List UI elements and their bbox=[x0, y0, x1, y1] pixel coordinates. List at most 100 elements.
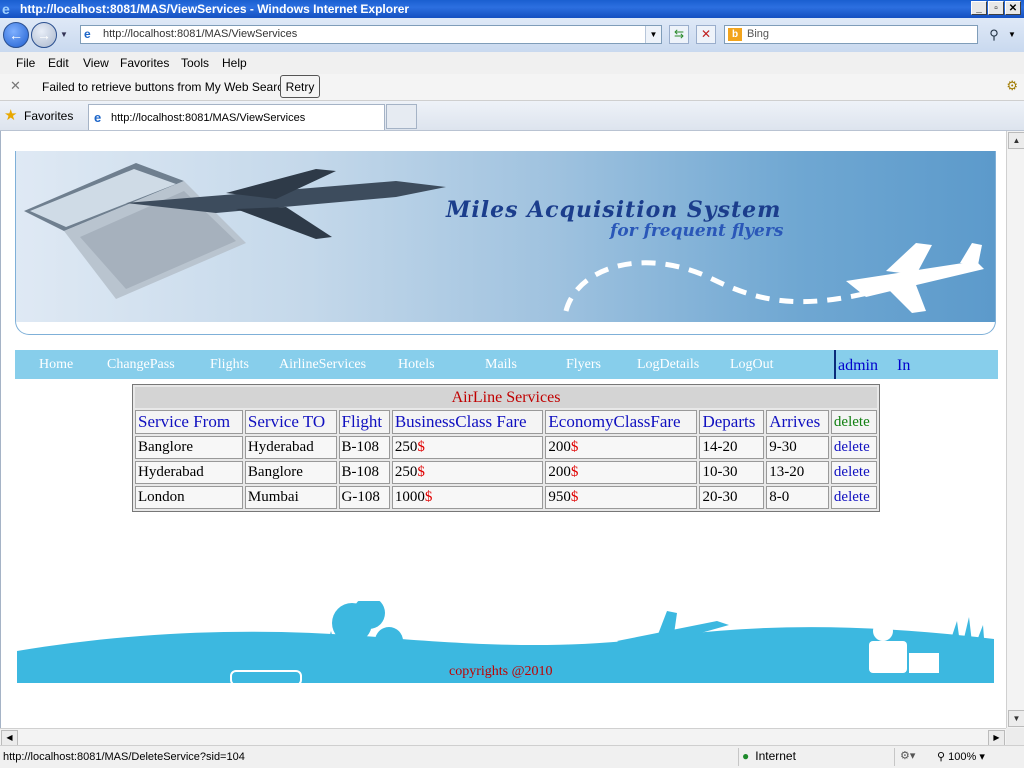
delete-link[interactable]: delete bbox=[834, 439, 870, 455]
search-field[interactable]: b Bing bbox=[724, 25, 978, 44]
scroll-down-icon[interactable]: ▼ bbox=[1008, 710, 1024, 727]
nav-mails[interactable]: Mails bbox=[485, 357, 517, 373]
minimize-button[interactable]: _ bbox=[971, 1, 987, 15]
close-window-button[interactable]: ✕ bbox=[1005, 1, 1021, 15]
favorites-star-icon[interactable]: ★ bbox=[4, 106, 17, 124]
banner-subtitle: for frequent flyers bbox=[610, 221, 784, 241]
col-arrives: Arrives bbox=[766, 410, 829, 434]
nav-logdetails[interactable]: LogDetails bbox=[637, 357, 699, 373]
favorites-button[interactable]: Favorites bbox=[24, 109, 73, 123]
tab-title: http://localhost:8081/MAS/ViewServices bbox=[111, 112, 306, 124]
back-button[interactable]: ← bbox=[3, 22, 29, 48]
currency-symbol: $ bbox=[417, 464, 425, 480]
economy-fare: 200 bbox=[548, 439, 571, 455]
scroll-right-icon[interactable]: ▶ bbox=[988, 730, 1005, 746]
address-url[interactable]: http://localhost:8081/MAS/ViewServices bbox=[103, 28, 297, 40]
protected-mode-icon[interactable]: ⚙▾ bbox=[900, 749, 915, 762]
cell-to: Mumbai bbox=[244, 486, 337, 509]
table-row: Hyderabad Banglore B-108 250$ 200$ 10-30… bbox=[135, 461, 877, 484]
nav-hotels[interactable]: Hotels bbox=[398, 357, 435, 373]
economy-fare: 950 bbox=[548, 489, 571, 505]
nav-airlineservices[interactable]: AirlineServices bbox=[279, 357, 366, 373]
notification-message: Failed to retrieve buttons from My Web S… bbox=[42, 80, 294, 94]
zoom-icon: ⚲ bbox=[937, 751, 949, 763]
nav-home[interactable]: Home bbox=[39, 357, 73, 373]
history-dropdown-icon[interactable]: ▼ bbox=[60, 30, 70, 40]
extension-icon[interactable]: ⚙ bbox=[1006, 78, 1018, 94]
address-toolbar: ← → ▼ e http://localhost:8081/MAS/ViewSe… bbox=[0, 18, 1024, 53]
economy-fare: 200 bbox=[548, 464, 571, 480]
tab-view-services[interactable]: e http://localhost:8081/MAS/ViewServices bbox=[88, 104, 385, 130]
user-panel: admin In bbox=[834, 350, 998, 379]
new-tab-button[interactable] bbox=[386, 104, 417, 129]
nav-logout[interactable]: LogOut bbox=[730, 357, 774, 373]
cell-departs: 10-30 bbox=[699, 461, 765, 484]
horizontal-scrollbar[interactable]: ◀ ▶ bbox=[0, 728, 1006, 746]
retry-button[interactable]: Retry bbox=[280, 75, 320, 98]
cell-arrives: 13-20 bbox=[766, 461, 829, 484]
delete-link[interactable]: delete bbox=[834, 464, 870, 480]
currency-symbol: $ bbox=[570, 464, 579, 480]
stop-button[interactable]: ✕ bbox=[696, 25, 716, 44]
nav-changepass[interactable]: ChangePass bbox=[107, 357, 175, 373]
menu-view[interactable]: View bbox=[83, 56, 109, 70]
status-divider bbox=[894, 748, 895, 766]
cell-economy: 950$ bbox=[545, 486, 698, 509]
search-dropdown-icon[interactable]: ▼ bbox=[1006, 25, 1018, 44]
menu-file[interactable]: File bbox=[16, 56, 35, 70]
stop-icon: ✕ bbox=[700, 27, 712, 41]
security-zone[interactable]: ● Internet bbox=[742, 749, 796, 763]
window-title: http://localhost:8081/MAS/ViewServices -… bbox=[20, 2, 410, 16]
cell-flight: G-108 bbox=[338, 486, 390, 509]
menu-edit[interactable]: Edit bbox=[48, 56, 69, 70]
col-departs: Departs bbox=[699, 410, 765, 434]
ie-logo-icon: e bbox=[2, 1, 10, 17]
col-business-fare: BusinessClass Fare bbox=[391, 410, 544, 434]
site-footer: copyrights @2010 bbox=[17, 601, 994, 683]
status-text: http://localhost:8081/MAS/DeleteService?… bbox=[3, 751, 245, 763]
business-fare: 1000 bbox=[394, 489, 425, 505]
user-name: admin bbox=[838, 357, 878, 374]
currency-symbol: $ bbox=[570, 489, 579, 505]
zone-label: Internet bbox=[755, 749, 796, 763]
vertical-scrollbar[interactable]: ▲ ▼ bbox=[1006, 131, 1024, 728]
cell-from: Hyderabad bbox=[135, 461, 243, 484]
cell-arrives: 9-30 bbox=[766, 436, 829, 459]
business-fare: 250 bbox=[394, 464, 418, 480]
col-economy-fare: EconomyClassFare bbox=[545, 410, 698, 434]
table-row: London Mumbai G-108 1000$ 950$ 20-30 8-0… bbox=[135, 486, 877, 509]
zoom-level: 100% bbox=[948, 751, 977, 763]
tab-page-icon: e bbox=[94, 110, 102, 125]
refresh-button[interactable]: ⇆ bbox=[669, 25, 689, 44]
address-dropdown-icon[interactable]: ▼ bbox=[645, 26, 661, 43]
search-placeholder[interactable]: Bing bbox=[747, 28, 769, 40]
scroll-left-icon[interactable]: ◀ bbox=[1, 730, 18, 746]
cell-business: 1000$ bbox=[391, 486, 544, 509]
scroll-up-icon[interactable]: ▲ bbox=[1008, 132, 1024, 149]
login-status: In bbox=[897, 357, 911, 374]
nav-flyers[interactable]: Flyers bbox=[566, 357, 601, 373]
airline-services-table: AirLine Services Service From Service TO… bbox=[132, 384, 880, 512]
dismiss-icon[interactable]: ✕ bbox=[10, 78, 21, 94]
forward-button[interactable]: → bbox=[31, 22, 57, 48]
col-flight: Flight bbox=[338, 410, 390, 434]
cell-flight: B-108 bbox=[338, 461, 390, 484]
menu-favorites[interactable]: Favorites bbox=[120, 56, 169, 70]
col-service-from: Service From bbox=[135, 410, 243, 434]
address-field[interactable]: e http://localhost:8081/MAS/ViewServices… bbox=[80, 25, 662, 44]
back-arrow-icon: ← bbox=[9, 27, 23, 43]
copyright-text: copyrights @2010 bbox=[449, 664, 553, 679]
status-bar: http://localhost:8081/MAS/DeleteService?… bbox=[0, 745, 1024, 768]
search-icon[interactable]: ⚲ bbox=[983, 25, 1005, 44]
delete-link[interactable]: delete bbox=[834, 489, 870, 505]
menu-help[interactable]: Help bbox=[222, 56, 247, 70]
notification-bar: ✕ Failed to retrieve buttons from My Web… bbox=[0, 74, 1024, 101]
nav-flights[interactable]: Flights bbox=[210, 357, 249, 373]
globe-icon: ● bbox=[742, 749, 750, 763]
maximize-button[interactable]: ▫ bbox=[988, 1, 1004, 15]
menu-tools[interactable]: Tools bbox=[181, 56, 209, 70]
cell-departs: 14-20 bbox=[699, 436, 765, 459]
zoom-control[interactable]: ⚲ 100% ▾ bbox=[937, 750, 985, 763]
table-caption: AirLine Services bbox=[135, 387, 877, 408]
cell-economy: 200$ bbox=[545, 461, 698, 484]
